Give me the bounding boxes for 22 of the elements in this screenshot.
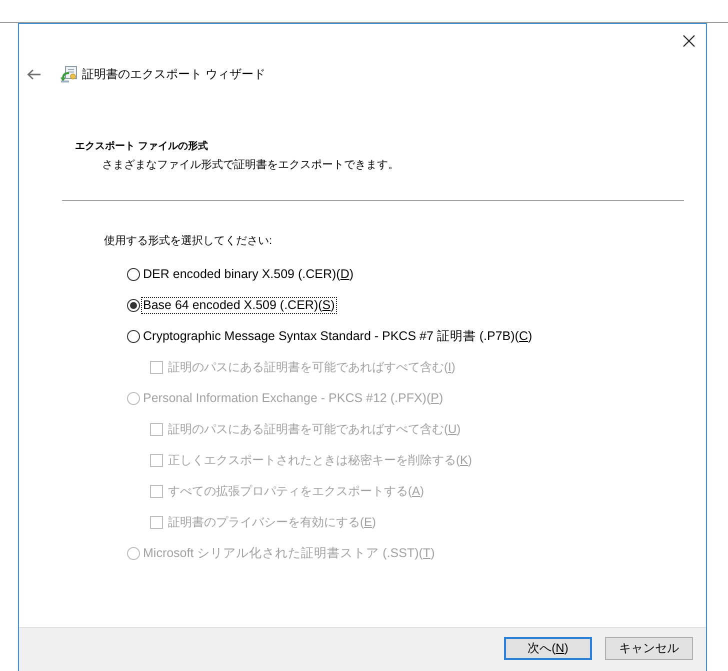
checkbox-label: 正しくエクスポートされたときは秘密キーを削除する(K) [167, 452, 474, 468]
window-title: 証明書のエクスポート ウィザード [82, 66, 266, 83]
certificate-icon [60, 65, 78, 83]
back-arrow-icon [27, 68, 41, 80]
radio-button[interactable] [127, 298, 140, 312]
next-button[interactable]: 次へ(N) [504, 637, 592, 660]
checkbox-label: 証明のパスにある証明書を可能であればすべて含む(I) [167, 358, 456, 376]
format-prompt: 使用する形式を選択してください: [104, 234, 272, 249]
cancel-button[interactable]: キャンセル [605, 637, 693, 660]
radio-button[interactable] [127, 268, 140, 280]
radio-label: Base 64 encoded X.509 (.CER)(S) [141, 296, 337, 314]
checkbox-label: 証明のパスにある証明書を可能であればすべて含む(U) [167, 420, 462, 438]
close-icon [683, 35, 695, 47]
checkbox-label: 証明書のプライバシーを有効にする(E) [167, 514, 378, 530]
radio-button[interactable] [127, 330, 140, 342]
radio-label: Personal Information Exchange - PKCS #12 (.PFX)(P) [142, 390, 444, 406]
radio-label: Cryptographic Message Syntax Standard - PKCS #7 証明書 (.P7B)(C) [142, 328, 534, 344]
radio-label: Microsoft シリアル化された証明書ストア (.SST)(T) [142, 544, 436, 562]
radio-label: DER encoded binary X.509 (.CER)(D) [142, 266, 355, 282]
section-title: エクスポート ファイルの形式 [75, 140, 208, 154]
section-description: さまざまなファイル形式で証明書をエクスポートできます。 [102, 158, 399, 173]
checkbox-label: すべての拡張プロパティをエクスポートする(A) [167, 482, 426, 500]
